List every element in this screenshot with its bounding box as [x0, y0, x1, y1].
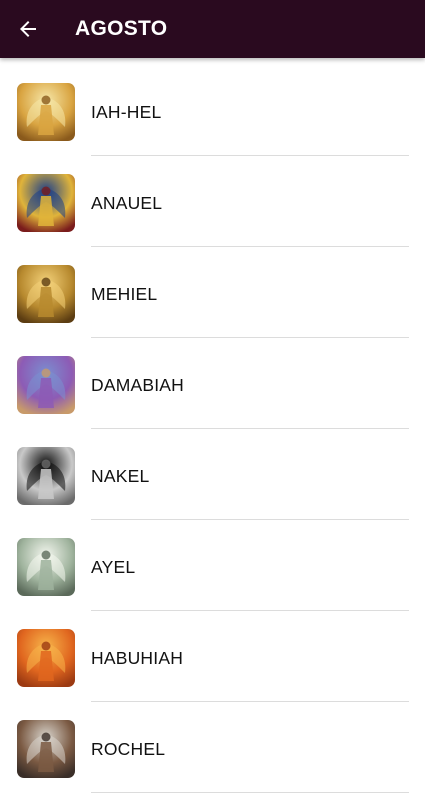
angel-stone-statue-image — [17, 447, 75, 505]
angel-warrior-image — [17, 720, 75, 778]
angel-thumbnail — [17, 83, 75, 141]
page-title: AGOSTO — [75, 17, 168, 40]
arrow-back-icon — [20, 21, 36, 37]
angel-golden-light-image — [17, 83, 75, 141]
list-item[interactable]: IAH-HEL — [0, 58, 425, 156]
list-item[interactable]: AYEL — [0, 513, 425, 611]
list-item[interactable]: ANAUEL — [0, 149, 425, 247]
angel-thumbnail — [17, 174, 75, 232]
angel-fire-image — [17, 629, 75, 687]
divider — [91, 792, 409, 793]
angel-purple-robe-image — [17, 356, 75, 414]
angel-blue-sky-image — [17, 174, 75, 232]
app-bar: AGOSTO — [0, 0, 425, 58]
list-item[interactable]: MEHIEL — [0, 240, 425, 338]
list-item[interactable]: HABUHIAH — [0, 604, 425, 702]
angel-name: DAMABIAH — [91, 375, 185, 395]
angel-name: ROCHEL — [91, 739, 166, 759]
angel-name: AYEL — [91, 557, 136, 577]
angel-name: HABUHIAH — [91, 648, 184, 668]
angel-golden-wings-image — [17, 265, 75, 323]
angel-thumbnail — [17, 538, 75, 596]
angel-list: IAH-HEL ANAUEL MEHIEL DAMABIAH NAKEL AYEL HABU… — [0, 58, 425, 800]
angel-name: NAKEL — [91, 466, 150, 486]
angel-name: MEHIEL — [91, 284, 158, 304]
list-item[interactable]: DAMABIAH — [0, 331, 425, 429]
angel-thumbnail — [17, 447, 75, 505]
angel-thumbnail — [17, 356, 75, 414]
list-item[interactable]: ROCHEL — [0, 695, 425, 793]
angel-trumpet-light-image — [17, 538, 75, 596]
angel-name: ANAUEL — [91, 193, 163, 213]
angel-thumbnail — [17, 629, 75, 687]
angel-thumbnail — [17, 720, 75, 778]
list-item[interactable]: NAKEL — [0, 422, 425, 520]
angel-thumbnail — [17, 265, 75, 323]
angel-name: IAH-HEL — [91, 102, 162, 122]
back-button[interactable] — [4, 5, 52, 53]
